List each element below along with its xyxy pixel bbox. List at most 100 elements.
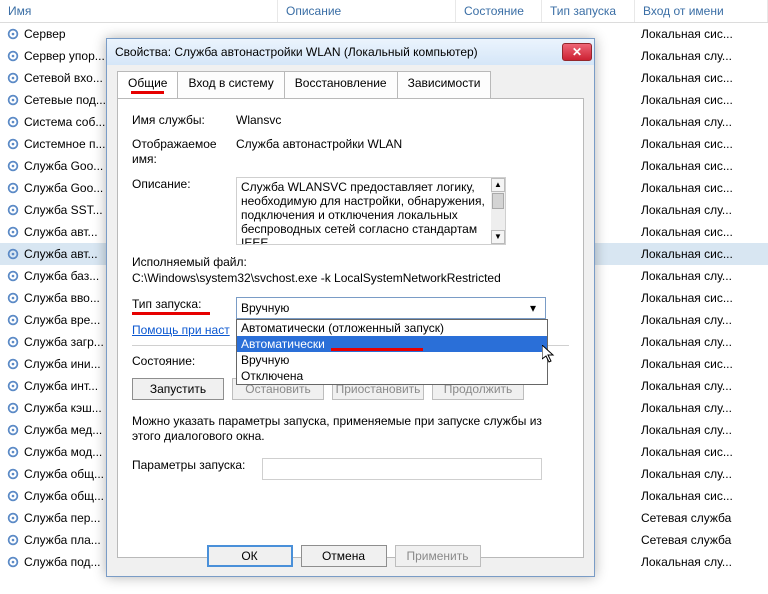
service-name: Служба кэш... <box>24 401 102 415</box>
service-name: Служба общ... <box>24 489 104 503</box>
logon-value: Локальная слу... <box>635 313 768 327</box>
logon-value: Локальная слу... <box>635 401 768 415</box>
tabs: Общие Вход в систему Восстановление Зави… <box>117 71 584 98</box>
params-label: Параметры запуска: <box>132 458 262 480</box>
logon-value: Локальная сис... <box>635 489 768 503</box>
description-scrollbar[interactable]: ▲ ▼ <box>491 178 505 244</box>
col-state[interactable]: Состояние <box>456 0 542 22</box>
service-name: Системное п... <box>24 137 105 151</box>
display-name-value: Служба автонастройки WLAN <box>236 137 569 167</box>
logon-value: Локальная слу... <box>635 423 768 437</box>
tab-logon[interactable]: Вход в систему <box>177 71 284 98</box>
service-name: Служба загр... <box>24 335 104 349</box>
scroll-thumb[interactable] <box>492 193 504 209</box>
logon-value: Локальная сис... <box>635 71 768 85</box>
service-name-value: Wlansvc <box>236 113 569 127</box>
service-name: Служба авт... <box>24 225 98 239</box>
option-manual[interactable]: Вручную <box>237 352 547 368</box>
dialog-footer: ОК Отмена Применить <box>107 536 594 576</box>
description-text: Служба WLANSVC предоставляет логику, нео… <box>241 180 485 245</box>
tab-page-general: Имя службы: Wlansvc Отображаемое имя: Сл… <box>117 98 584 558</box>
service-name: Служба инт... <box>24 379 98 393</box>
tab-general[interactable]: Общие <box>117 71 178 98</box>
startup-type-dropdown: Автоматически (отложенный запуск) Автома… <box>236 319 548 385</box>
logon-value: Локальная слу... <box>635 115 768 129</box>
logon-value: Локальная слу... <box>635 379 768 393</box>
logon-value: Сетевая служба <box>635 511 768 525</box>
tab-general-label: Общие <box>128 76 167 90</box>
service-name: Сетевые под... <box>24 93 106 107</box>
col-name[interactable]: Имя <box>0 0 278 22</box>
startup-type-label-text: Тип запуска: <box>132 297 201 311</box>
tab-general-underline <box>131 91 164 94</box>
logon-value: Локальная сис... <box>635 181 768 195</box>
service-name: Служба пла... <box>24 533 101 547</box>
exe-label: Исполняемый файл: <box>132 255 569 269</box>
service-name: Служба мод... <box>24 445 102 459</box>
logon-value: Локальная сис... <box>635 247 768 261</box>
service-name: Служба Goo... <box>24 159 103 173</box>
start-button[interactable]: Запустить <box>132 378 224 400</box>
col-desc[interactable]: Описание <box>278 0 456 22</box>
startup-type-underline <box>132 312 210 315</box>
scroll-up-icon[interactable]: ▲ <box>491 178 505 192</box>
logon-value: Локальная слу... <box>635 269 768 283</box>
scroll-down-icon[interactable]: ▼ <box>491 230 505 244</box>
display-name-label: Отображаемое имя: <box>132 137 236 167</box>
exe-path: C:\Windows\system32\svchost.exe -k Local… <box>132 271 569 285</box>
logon-value: Локальная слу... <box>635 49 768 63</box>
logon-value: Локальная сис... <box>635 159 768 173</box>
close-icon: ✕ <box>572 45 582 59</box>
params-input[interactable] <box>262 458 542 480</box>
service-name: Служба Goo... <box>24 181 103 195</box>
state-label: Состояние: <box>132 354 236 368</box>
service-name: Служба под... <box>24 555 100 569</box>
service-name: Служба SST... <box>24 203 103 217</box>
cancel-button[interactable]: Отмена <box>301 545 387 567</box>
service-properties-dialog: Свойства: Служба автонастройки WLAN (Лок… <box>106 38 595 577</box>
service-name: Служба авт... <box>24 247 98 261</box>
logon-value: Локальная слу... <box>635 335 768 349</box>
service-name: Сервер <box>24 27 66 41</box>
dialog-title: Свойства: Служба автонастройки WLAN (Лок… <box>115 45 562 59</box>
tab-deps[interactable]: Зависимости <box>397 71 492 98</box>
logon-value: Локальная сис... <box>635 357 768 371</box>
ok-button[interactable]: ОК <box>207 545 293 567</box>
service-name: Сетевой вхо... <box>24 71 103 85</box>
col-start[interactable]: Тип запуска <box>542 0 635 22</box>
logon-value: Локальная сис... <box>635 93 768 107</box>
option-auto[interactable]: Автоматически <box>237 336 547 352</box>
logon-value: Локальная сис... <box>635 225 768 239</box>
logon-value: Локальная сис... <box>635 291 768 305</box>
service-name: Служба ини... <box>24 357 101 371</box>
logon-value: Локальная сис... <box>635 27 768 41</box>
chevron-down-icon[interactable]: ▾ <box>525 301 541 315</box>
description-box: Служба WLANSVC предоставляет логику, нео… <box>236 177 506 245</box>
service-name: Служба общ... <box>24 467 104 481</box>
apply-button: Применить <box>395 545 481 567</box>
logon-value: Локальная сис... <box>635 445 768 459</box>
close-button[interactable]: ✕ <box>562 43 592 61</box>
option-auto-delayed[interactable]: Автоматически (отложенный запуск) <box>237 320 547 336</box>
startup-type-combo[interactable]: Вручную ▾ Автоматически (отложенный запу… <box>236 297 546 319</box>
logon-value: Локальная слу... <box>635 203 768 217</box>
option-auto-label: Автоматически <box>241 337 325 351</box>
logon-value: Сетевая служба <box>635 533 768 547</box>
logon-value: Локальная сис... <box>635 137 768 151</box>
help-link[interactable]: Помощь при наст <box>132 323 230 337</box>
startup-note: Можно указать параметры запуска, применя… <box>132 414 569 444</box>
option-auto-underline <box>331 348 423 351</box>
service-name: Служба вре... <box>24 313 100 327</box>
grid-header: Имя Описание Состояние Тип запуска Вход … <box>0 0 768 23</box>
col-logon[interactable]: Вход от имени <box>635 0 768 22</box>
logon-value: Локальная слу... <box>635 467 768 481</box>
service-name: Система соб... <box>24 115 105 129</box>
service-name: Служба пер... <box>24 511 100 525</box>
option-disabled[interactable]: Отключена <box>237 368 547 384</box>
service-name: Служба вво... <box>24 291 100 305</box>
titlebar[interactable]: Свойства: Служба автонастройки WLAN (Лок… <box>107 39 594 65</box>
tab-recovery[interactable]: Восстановление <box>284 71 398 98</box>
service-name: Сервер упор... <box>24 49 105 63</box>
logon-value: Локальная слу... <box>635 555 768 569</box>
service-name: Служба мед... <box>24 423 102 437</box>
